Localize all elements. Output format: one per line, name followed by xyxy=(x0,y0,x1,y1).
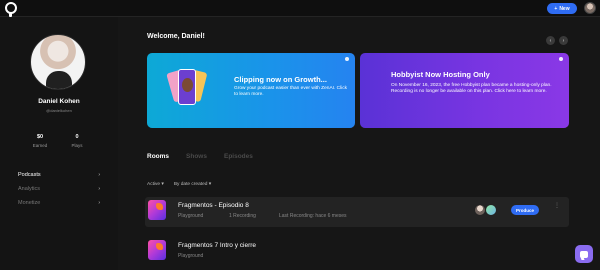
content-tabs: Rooms Shows Episodes xyxy=(147,153,253,160)
sidebar-item-label: Podcasts xyxy=(18,172,41,178)
sidebar: Daniel Kohen @danielkohen $0 Earned 0 Pl… xyxy=(0,17,118,270)
card-indicator-dot xyxy=(345,57,349,61)
sidebar-item-podcasts[interactable]: Podcasts › xyxy=(18,170,100,180)
promo-card-hobbyist[interactable]: Hobbyist Now Hosting Only On November 16… xyxy=(360,53,569,128)
phone-illustration xyxy=(166,68,208,113)
profile-avatar xyxy=(30,34,86,90)
chevron-right-icon: › xyxy=(98,200,100,206)
phone-front-card xyxy=(178,69,196,105)
tab-episodes[interactable]: Episodes xyxy=(224,153,253,160)
sidebar-item-label: Analytics xyxy=(18,186,41,192)
top-bar: + New xyxy=(0,0,600,17)
sidebar-item-analytics[interactable]: Analytics › xyxy=(18,184,100,194)
tab-rooms[interactable]: Rooms xyxy=(147,153,169,160)
episode-last-recording: Last Recording: hace 6 meses xyxy=(279,213,347,219)
promo-card-text: On November 16, 2023, the free Hobbyist … xyxy=(391,83,552,95)
new-button-label: New xyxy=(559,5,570,12)
stat-earned-label: Earned xyxy=(32,143,48,148)
table-row[interactable]: Fragmentos - Episodio 8 Playground 1 Rec… xyxy=(145,197,569,227)
episode-show: Playground xyxy=(178,213,204,219)
avatar xyxy=(485,204,497,216)
promo-card-text: Grow your podcast easier than ever with … xyxy=(234,86,348,98)
chevron-right-icon: › xyxy=(98,186,100,192)
episode-show: Playground xyxy=(178,253,204,259)
sort-dropdown[interactable]: By date created ▾ xyxy=(174,182,211,187)
episode-recording-count: 1 Recording xyxy=(229,213,256,219)
plus-icon: + xyxy=(554,5,558,12)
app-logo[interactable] xyxy=(5,2,17,17)
user-avatar[interactable] xyxy=(584,2,596,14)
sidebar-item-monetize[interactable]: Monetize › xyxy=(18,198,100,208)
promo-card-title: Hobbyist Now Hosting Only xyxy=(391,70,490,79)
status-filter-dropdown[interactable]: Active ▾ xyxy=(147,182,164,187)
stat-plays-label: Plays xyxy=(71,143,83,148)
tab-shows[interactable]: Shows xyxy=(186,153,207,160)
episode-title: Fragmentos - Episodio 8 xyxy=(178,202,249,209)
table-row[interactable]: Fragmentos 7 Intro y cierre Playground xyxy=(145,237,569,267)
stat-plays-value: 0 xyxy=(75,134,79,140)
carousel-prev-button[interactable]: ‹ xyxy=(546,36,555,45)
stat-earned-value: $0 xyxy=(36,134,44,140)
episode-thumbnail xyxy=(148,240,166,260)
participant-avatars xyxy=(474,204,498,216)
new-button[interactable]: + New xyxy=(547,3,577,14)
promo-card-clipping[interactable]: Clipping now on Growth... Grow your podc… xyxy=(147,53,355,128)
card-indicator-dot xyxy=(559,57,563,61)
sidebar-item-label: Monetize xyxy=(18,200,41,206)
chat-icon xyxy=(580,250,588,258)
episode-thumbnail xyxy=(148,200,166,220)
welcome-heading: Welcome, Daniel! xyxy=(147,33,205,40)
stat-plays: 0 Plays xyxy=(62,134,92,148)
phone-face xyxy=(182,78,193,92)
chat-support-button[interactable] xyxy=(575,245,593,263)
promo-card-title: Clipping now on Growth... xyxy=(234,75,327,84)
episode-title: Fragmentos 7 Intro y cierre xyxy=(178,242,257,249)
stat-earned: $0 Earned xyxy=(25,134,55,148)
produce-button[interactable]: Produce xyxy=(511,205,539,215)
filter-bar: Active ▾ By date created ▾ xyxy=(147,182,211,187)
more-options-icon[interactable]: ⋮ xyxy=(554,203,560,209)
profile-name: Daniel Kohen xyxy=(38,98,80,105)
carousel-next-button[interactable]: › xyxy=(559,36,568,45)
main-content: Welcome, Daniel! ‹ › Clipping now on Gro… xyxy=(118,17,600,270)
profile-handle: @danielkohen xyxy=(46,108,72,113)
chevron-right-icon: › xyxy=(98,172,100,178)
